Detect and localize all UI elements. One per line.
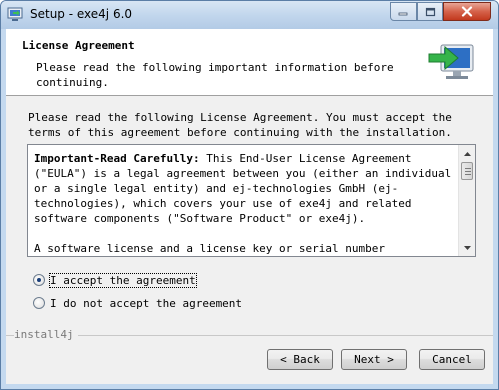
next-button-label: Next > [354, 353, 394, 366]
scroll-down-button[interactable] [459, 239, 475, 256]
scroll-down-icon [463, 245, 471, 250]
next-button[interactable]: Next > [341, 349, 407, 370]
window-title: Setup - exe4j 6.0 [30, 7, 133, 21]
scroll-thumb[interactable] [461, 162, 473, 180]
page-subtitle: Please read the following important info… [36, 61, 394, 89]
accept-option[interactable]: I accept the agreement [33, 272, 197, 288]
decline-option[interactable]: I do not accept the agreement [33, 295, 242, 311]
setup-app-icon [7, 7, 23, 21]
back-button-label: < Back [280, 353, 320, 366]
close-icon [461, 6, 473, 17]
cancel-button-label: Cancel [432, 353, 472, 366]
close-button[interactable] [443, 2, 491, 21]
scroll-grip [465, 171, 471, 172]
install-monitor-arrow-icon [428, 44, 474, 79]
footer-divider [6, 335, 493, 336]
instructions-text: Please read the following License Agreem… [28, 111, 452, 139]
license-paragraph-1: Important-Read Carefully: This End-User … [34, 151, 454, 226]
scroll-up-icon [463, 151, 471, 156]
decline-radio[interactable] [33, 297, 45, 309]
scroll-grip [465, 168, 471, 169]
license-scrollbar[interactable] [458, 145, 475, 256]
minimize-icon [398, 12, 408, 15]
wizard-panel: License Agreement Please read the follow… [6, 29, 493, 384]
maximize-button[interactable] [417, 2, 443, 21]
license-paragraph-2: A software license and a license key or … [34, 242, 385, 255]
minimize-button[interactable] [390, 2, 417, 21]
maximize-icon [425, 7, 435, 16]
accept-radio[interactable] [33, 274, 45, 286]
license-text-area[interactable]: Important-Read Carefully: This End-User … [27, 144, 476, 257]
setup-window: Setup - exe4j 6.0 License Agreement Plea… [0, 0, 499, 390]
title-bar[interactable]: Setup - exe4j 6.0 [1, 1, 498, 29]
scroll-up-button[interactable] [459, 145, 475, 162]
page-title: License Agreement [22, 39, 135, 52]
license-content: Important-Read Carefully: This End-User … [34, 151, 454, 256]
license-heading: Important-Read Carefully: [34, 152, 200, 165]
accept-label[interactable]: I accept the agreement [49, 272, 197, 288]
wizard-header: License Agreement Please read the follow… [6, 29, 493, 96]
scroll-grip [465, 174, 471, 175]
cancel-button[interactable]: Cancel [419, 349, 485, 370]
decline-label[interactable]: I do not accept the agreement [50, 297, 242, 310]
back-button[interactable]: < Back [267, 349, 333, 370]
brand-label: install4j [14, 328, 78, 341]
